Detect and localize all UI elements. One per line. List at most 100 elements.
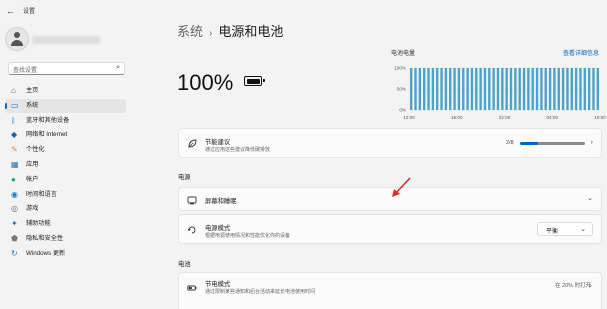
sidebar-item-label: 系统 [26, 101, 39, 109]
avatar[interactable] [5, 27, 29, 51]
chart-bar [483, 68, 487, 110]
energy-progress-bar [520, 142, 585, 145]
chart-bar [583, 68, 587, 110]
chart-bar [475, 68, 478, 110]
chart-bar [457, 68, 461, 110]
energy-card-title: 节能建议 [205, 139, 231, 146]
sidebar-item-0[interactable]: ⌂ 主页 [5, 84, 126, 98]
y-tick-label: 100% [394, 66, 406, 71]
chart-bar [557, 68, 560, 110]
sidebar-item-label: 时间和语言 [26, 190, 57, 198]
wifi-icon: ◆ [11, 130, 18, 140]
sidebar-item-7[interactable]: ◉ 时间和语言 [5, 188, 126, 202]
chart-bar [544, 68, 547, 110]
battery-level-chart: 100% 50% 0% 10:00 16:00 22:00 04:00 10:00 [382, 58, 607, 126]
breadcrumb-parent[interactable]: 系统 [177, 24, 203, 39]
battery-saver-icon [187, 285, 197, 291]
x-tick-label: 16:00 [451, 115, 463, 120]
chart-bar [436, 68, 439, 110]
chart-bar [505, 68, 508, 110]
chart-bar [553, 68, 556, 110]
chart-bar [440, 68, 443, 110]
power-mode-title: 电源模式 [205, 225, 231, 232]
chart-svg: 100% 50% 0% 10:00 16:00 22:00 04:00 10:00 [394, 66, 606, 121]
search-icon[interactable]: ⌕ [116, 64, 120, 72]
chart-bar [570, 68, 573, 110]
accessibility-icon: ✦ [11, 219, 18, 229]
section-power: 电源 [178, 174, 191, 181]
main-content: 系统 › 电源和电池 100% 电池电量 查看详细信息 100% 50% 0% 10:00… [177, 0, 607, 309]
chart-bar [566, 68, 569, 110]
chart-bar [462, 68, 465, 110]
battery-saver-card[interactable]: 节电模式 通过限制某些通知和后台活动来延长电池使用时间 ⌄ [178, 272, 602, 309]
monitor-sleep-icon [187, 196, 197, 205]
sidebar-item-label: 辅助功能 [26, 220, 51, 228]
chevron-right-icon: › [590, 139, 593, 146]
back-arrow-icon[interactable]: ← [6, 6, 16, 16]
account-icon: ● [11, 174, 16, 184]
sidebar-item-9[interactable]: ✦ 辅助功能 [5, 217, 126, 231]
y-tick-label: 50% [397, 87, 406, 92]
power-mode-dropdown[interactable]: 平衡 ⌄ [537, 222, 593, 236]
sidebar-item-6[interactable]: ● 帐户 [5, 173, 126, 187]
sidebar: 查找设置 ⌕ ⌂ 主页 ▭ 系统 ᛒ 蓝牙和其他设备 ◆ 网络和 Internet ✎ 个性化 ▦ 应… [0, 22, 135, 309]
power-mode-icon [187, 226, 196, 234]
brush-icon: ✎ [11, 145, 18, 155]
sidebar-item-label: 隐私和安全性 [26, 234, 64, 242]
chart-bar [431, 68, 435, 110]
chart-bar [518, 68, 521, 110]
battery-saver-desc: 通过限制某些通知和后台活动来延长电池使用时间 [205, 289, 316, 295]
chart-bar [479, 68, 482, 110]
chart-bar [548, 68, 552, 110]
chart-bar [514, 68, 517, 110]
sidebar-item-8[interactable]: ◎ 游戏 [5, 202, 126, 216]
chart-bar [488, 68, 491, 110]
breadcrumb-separator: › [209, 28, 213, 39]
chart-bar [496, 68, 500, 110]
chart-bar [561, 68, 565, 110]
search-input[interactable]: 查找设置 ⌕ [8, 62, 125, 75]
sidebar-item-label: 帐户 [26, 175, 39, 183]
power-mode-value: 平衡 [546, 229, 559, 235]
chart-bar [470, 68, 474, 110]
globe-clock-icon: ◉ [11, 189, 18, 199]
sidebar-item-5[interactable]: ▦ 应用 [5, 158, 126, 172]
power-mode-desc: 根据电源使用情况和性能优化你的设备 [205, 233, 291, 239]
sidebar-item-3[interactable]: ◆ 网络和 Internet [5, 128, 126, 142]
chart-bar [531, 68, 534, 110]
chart-bar [540, 68, 543, 110]
x-tick-label: 04:00 [547, 115, 559, 120]
sidebar-item-2[interactable]: ᛒ 蓝牙和其他设备 [5, 114, 126, 128]
chart-bar [522, 68, 526, 110]
chart-bar [587, 68, 591, 110]
chart-bar [427, 68, 430, 110]
chart-bar [535, 68, 539, 110]
sidebar-item-10[interactable]: ⬟ 隐私和安全性 [5, 232, 126, 246]
page-title: 电源和电池 [218, 24, 284, 39]
chart-bar [409, 68, 413, 110]
chart-bar [509, 68, 513, 110]
chart-bar [596, 68, 600, 110]
sidebar-item-11[interactable]: ↻ Windows 更新 [5, 247, 126, 261]
chart-bar [449, 68, 452, 110]
energy-count: 2/8 [506, 140, 514, 146]
battery-saver-title: 节电模式 [205, 281, 231, 288]
chevron-down-icon: ⌄ [587, 195, 593, 202]
breadcrumb: 系统 › 电源和电池 [177, 21, 283, 40]
sidebar-item-4[interactable]: ✎ 个性化 [5, 143, 126, 157]
view-details-link[interactable]: 查看详细信息 [563, 48, 599, 57]
x-tick-label: 10:00 [594, 115, 606, 120]
battery-percent: 100% [177, 70, 234, 95]
sidebar-item-1[interactable]: ▭ 系统 [5, 98, 126, 113]
nav-list: ⌂ 主页 ▭ 系统 ᛒ 蓝牙和其他设备 ◆ 网络和 Internet ✎ 个性化 ▦ 应用 ● 帐户 ◉ 时间… [5, 84, 126, 262]
energy-card-desc: 通过应用这些建议降低碳排放 [205, 147, 271, 153]
chart-bar [574, 68, 578, 110]
annotation-arrow [392, 177, 411, 197]
app-title: 设置 [23, 9, 36, 15]
chart-bar [501, 68, 504, 110]
screen-sleep-title: 屏幕和睡眠 [205, 198, 237, 205]
sidebar-item-label: Windows 更新 [26, 249, 66, 257]
y-tick-label: 0% [399, 108, 406, 113]
chart-title: 电池电量 [391, 51, 416, 57]
chart-bar [579, 68, 582, 110]
